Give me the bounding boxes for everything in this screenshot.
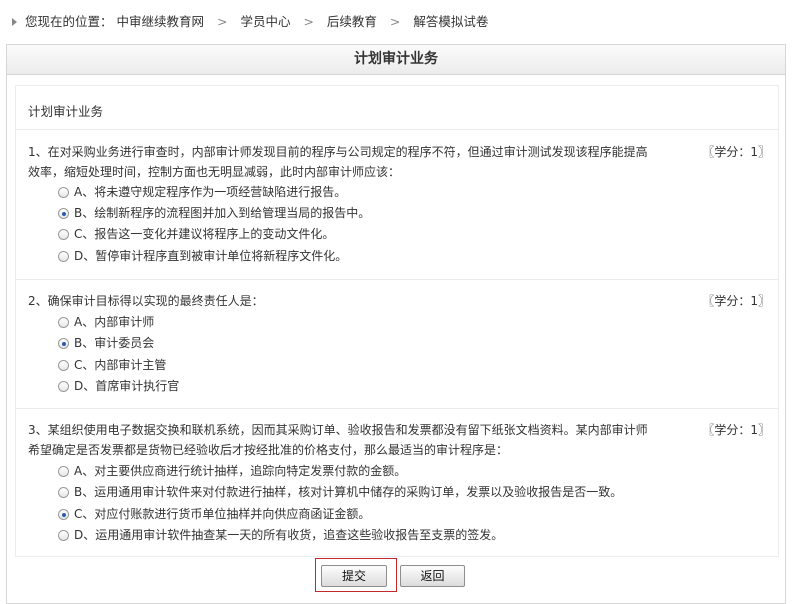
section-title: 计划审计业务 <box>28 104 104 119</box>
option-c[interactable]: C、报告这一变化并建议将程序上的变动文件化。 <box>58 224 334 244</box>
option-a[interactable]: A、对主要供应商进行统计抽样，追踪向特定发票付款的金额。 <box>58 461 406 481</box>
radio-button-checked[interactable] <box>58 208 69 219</box>
breadcrumb-separator: > <box>216 14 228 29</box>
question-text: 2、确保审计目标得以实现的最终责任人是： <box>28 294 264 308</box>
exam-panel: 计划审计业务 计划审计业务 1、在对采购业务进行审查时，内部审计师发现目前的程序… <box>6 44 786 604</box>
option-label: B、绘制新程序的流程图并加入到给管理当局的报告中。 <box>74 206 371 220</box>
radio-button[interactable] <box>58 487 69 498</box>
radio-button[interactable] <box>58 251 69 262</box>
option-label: D、暂停审计程序直到被审计单位将新程序文件化。 <box>74 249 348 263</box>
breadcrumb-item-continuing-education[interactable]: 后续教育 <box>327 14 377 29</box>
question-list: 计划审计业务 1、在对采购业务进行审查时，内部审计师发现目前的程序与公司规定的程… <box>15 85 779 557</box>
option-a[interactable]: A、将未遵守规定程序作为一项经营缺陷进行报告。 <box>58 182 346 202</box>
radio-button[interactable] <box>58 229 69 240</box>
breadcrumb-separator: > <box>303 14 314 29</box>
option-b[interactable]: B、运用通用审计软件来对付款进行抽样，核对计算机中储存的采购订单，发票以及验收报… <box>58 482 622 502</box>
radio-button-checked[interactable] <box>58 338 69 349</box>
option-label: C、内部审计主管 <box>74 358 167 372</box>
back-button[interactable]: 返回 <box>400 565 465 587</box>
question-text: 3、某组织使用电子数据交换和联机系统，因而其采购订单、验收报告和发票都没有留下纸… <box>28 423 648 457</box>
option-b[interactable]: B、绘制新程序的流程图并加入到给管理当局的报告中。 <box>58 203 370 223</box>
option-label: D、首席审计执行官 <box>74 379 180 393</box>
question-credit: 〖学分：1〗 <box>702 145 770 159</box>
radio-button[interactable] <box>58 360 69 371</box>
option-a[interactable]: A、内部审计师 <box>58 312 154 332</box>
option-label: A、将未遵守规定程序作为一项经营缺陷进行报告。 <box>74 185 347 199</box>
breadcrumb-prefix: 您现在的位置： <box>24 14 113 29</box>
question-credit: 〖学分：1〗 <box>702 294 770 308</box>
triangle-bullet-icon <box>12 18 17 26</box>
question-credit: 〖学分：1〗 <box>702 423 770 437</box>
radio-button[interactable] <box>58 187 69 198</box>
question-text: 1、在对采购业务进行审查时，内部审计师发现目前的程序与公司规定的程序不符，但通过… <box>28 145 648 179</box>
divider <box>16 129 778 130</box>
option-d[interactable]: D、暂停审计程序直到被审计单位将新程序文件化。 <box>58 246 347 266</box>
option-label: A、内部审计师 <box>74 315 155 329</box>
breadcrumb-item-current: 解答模拟试卷 <box>413 14 489 29</box>
breadcrumb-item-home[interactable]: 中审继续教育网 <box>116 14 204 29</box>
radio-button[interactable] <box>58 466 69 477</box>
breadcrumb-item-student-center[interactable]: 学员中心 <box>240 14 290 29</box>
breadcrumb-separator: > <box>389 14 401 29</box>
option-label: A、对主要供应商进行统计抽样，追踪向特定发票付款的金额。 <box>74 464 407 478</box>
divider <box>16 408 778 409</box>
option-label: C、对应付账款进行货币单位抽样并向供应商函证金额。 <box>74 507 371 521</box>
option-label: D、运用通用审计软件抽查某一天的所有收货，追查这些验收报告至支票的签发。 <box>74 528 504 542</box>
submit-button[interactable]: 提交 <box>321 565 387 587</box>
option-c[interactable]: C、对应付账款进行货币单位抽样并向供应商函证金额。 <box>58 504 370 524</box>
option-c[interactable]: C、内部审计主管 <box>58 355 166 375</box>
option-label: C、报告这一变化并建议将程序上的变动文件化。 <box>74 227 335 241</box>
radio-button[interactable] <box>58 530 69 541</box>
option-d[interactable]: D、运用通用审计软件抽查某一天的所有收货，追查这些验收报告至支票的签发。 <box>58 525 503 545</box>
radio-button[interactable] <box>58 317 69 328</box>
option-label: B、审计委员会 <box>74 336 155 350</box>
divider <box>16 279 778 280</box>
option-d[interactable]: D、首席审计执行官 <box>58 376 179 396</box>
breadcrumb: 您现在的位置： 中审继续教育网 > 学员中心 > 后续教育 > 解答模拟试卷 <box>12 12 488 32</box>
radio-button[interactable] <box>58 381 69 392</box>
option-label: B、运用通用审计软件来对付款进行抽样，核对计算机中储存的采购订单，发票以及验收报… <box>74 485 623 499</box>
panel-title: 计划审计业务 <box>7 45 785 75</box>
radio-button-checked[interactable] <box>58 509 69 520</box>
option-b[interactable]: B、审计委员会 <box>58 333 154 353</box>
